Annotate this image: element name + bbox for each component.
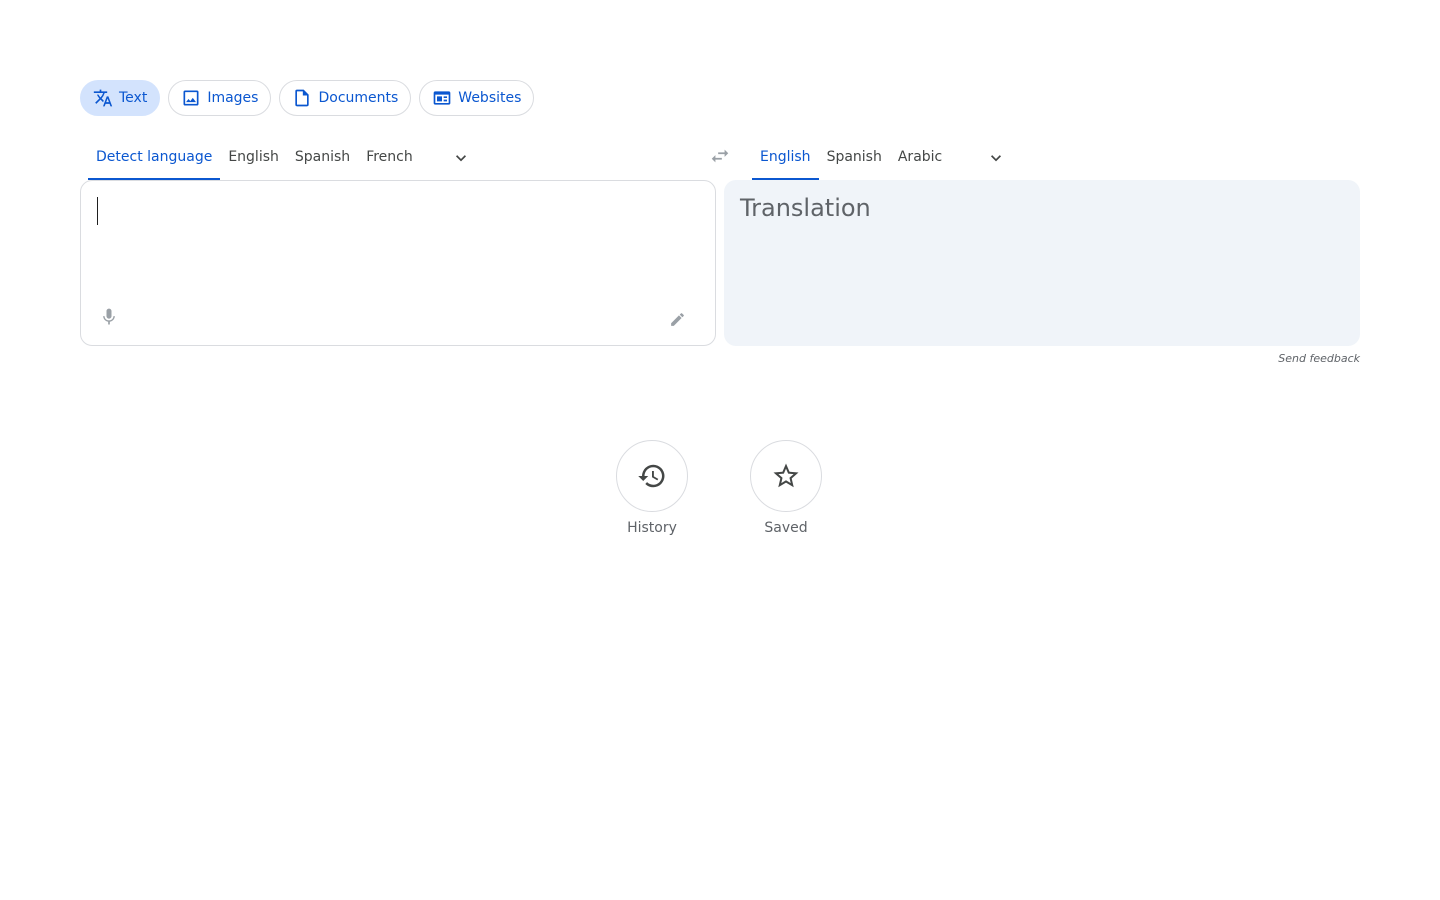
microphone-icon [103, 308, 115, 325]
handwriting-button[interactable] [665, 307, 689, 331]
mode-documents-label: Documents [318, 90, 399, 106]
translation-placeholder: Translation [740, 194, 871, 222]
mode-websites-button[interactable]: Websites [419, 80, 535, 116]
history-label: History [627, 520, 677, 536]
translation-output-panel: Translation [724, 180, 1360, 346]
mode-websites-label: Websites [458, 90, 522, 106]
image-icon [183, 90, 199, 106]
saved-label: Saved [764, 520, 808, 536]
history-icon [638, 464, 665, 488]
swap-icon [711, 149, 729, 163]
source-lang-french[interactable]: French [358, 136, 421, 180]
source-lang-detect[interactable]: Detect language [88, 136, 221, 180]
mode-text-button[interactable]: Text [80, 80, 161, 116]
mode-documents-button[interactable]: Documents [279, 80, 412, 116]
translate-icon [93, 89, 113, 107]
mode-images-button[interactable]: Images [168, 80, 272, 116]
website-icon [433, 91, 451, 105]
document-icon [295, 89, 310, 107]
target-lang-spanish[interactable]: Spanish [819, 136, 890, 180]
target-lang-english[interactable]: English [752, 136, 819, 180]
mode-selector: Text Images Documents Websites [80, 80, 535, 116]
saved-button[interactable] [750, 440, 822, 512]
star-icon [773, 463, 799, 488]
target-more-languages-button[interactable] [972, 136, 1020, 180]
history-button[interactable] [616, 440, 688, 512]
source-lang-spanish[interactable]: Spanish [287, 136, 358, 180]
pencil-icon [670, 312, 684, 326]
mode-images-label: Images [207, 90, 259, 106]
source-more-languages-button[interactable] [437, 136, 485, 180]
chevron-down-icon [991, 155, 1002, 162]
source-text-input[interactable] [97, 195, 697, 295]
target-lang-arabic[interactable]: Arabic [890, 136, 950, 180]
send-feedback-link[interactable]: Send feedback [1278, 352, 1360, 365]
source-language-bar: Detect language English Spanish French [88, 136, 485, 180]
history-action: History [616, 440, 688, 536]
target-language-bar: English Spanish Arabic [752, 136, 1020, 180]
history-saved-actions: History Saved [616, 440, 822, 536]
saved-action: Saved [750, 440, 822, 536]
text-caret [97, 197, 98, 225]
source-lang-english[interactable]: English [220, 136, 287, 180]
chevron-down-icon [455, 155, 466, 162]
translate-page: Text Images Documents Websites Detect la… [0, 0, 1440, 900]
swap-languages-button[interactable] [700, 138, 740, 174]
voice-input-button[interactable] [95, 303, 123, 331]
source-text-panel [80, 180, 716, 346]
mode-text-label: Text [119, 90, 148, 106]
